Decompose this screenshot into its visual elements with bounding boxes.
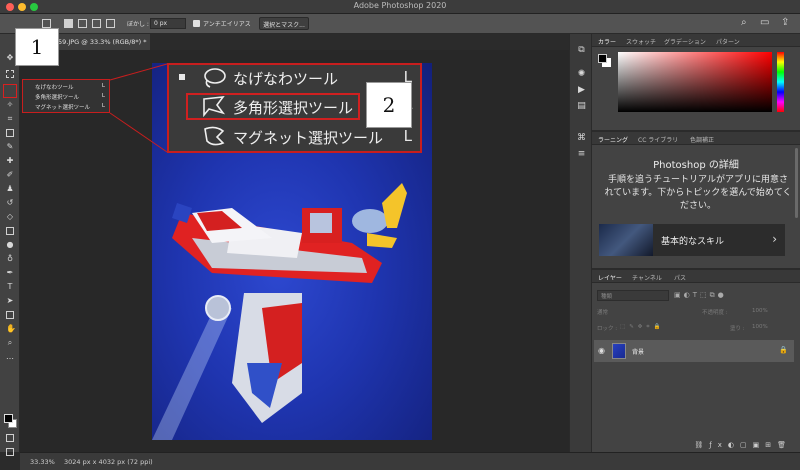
color-panel-tabs: カラー スウォッチ グラデーション パターン — [592, 34, 800, 47]
layers-panel-tabs: レイヤー チャンネル パス — [592, 270, 800, 283]
collapsed-panels-strip: ⧉ ✺ ▶ ▤ ⌘ ≡ — [569, 34, 592, 452]
callout-number-1: 1 — [15, 28, 59, 66]
color-panel: カラー スウォッチ グラデーション パターン — [592, 34, 800, 130]
active-tool-bullet — [179, 74, 185, 80]
lock-label: ロック : — [597, 326, 618, 332]
layer-actions-bar[interactable]: ⛓ƒx◐▢▣⊞🗑 — [592, 438, 800, 452]
lasso-large-icon — [204, 68, 226, 88]
zoomed-lasso-label: なげなわツール — [233, 70, 339, 88]
zoomed-magnetic-lasso-label: マグネット選択ツール — [233, 129, 384, 147]
tab-cc-libraries[interactable]: CC ライブラリ — [638, 135, 678, 144]
document-info[interactable]: 3024 px x 4032 px (72 ppi) — [64, 458, 153, 466]
panel-foreground-swatch[interactable] — [598, 54, 607, 63]
learn-panel: ラーニング CC ライブラリ 色調補正 Photoshop の詳細 手順を追うチ… — [592, 132, 800, 268]
foreground-color-swatch[interactable] — [4, 414, 13, 423]
hue-slider[interactable] — [777, 52, 784, 112]
polygonal-lasso-highlight — [186, 93, 360, 120]
layer-name[interactable]: 背景 — [632, 347, 644, 356]
status-bar: 33.33% 3024 px x 4032 px (72 ppi) — [20, 452, 800, 470]
layer-thumbnail — [612, 343, 626, 359]
basic-skills-label: 基本的なスキル — [661, 237, 725, 247]
learn-description: 手順を追うチュートリアルがアプリに用意されています。下からトピックを選んで始めて… — [604, 175, 792, 211]
fill-value[interactable]: 100% — [752, 324, 768, 330]
properties-panel-icon[interactable]: ≡ — [577, 150, 586, 159]
layer-row-background[interactable]: ◉ 背景 🔒 — [594, 340, 794, 362]
lock-icons[interactable]: ⬚✎✥⌗🔒 — [620, 324, 664, 331]
layer-filter-icons[interactable]: ▣◐T⬚⧉● — [674, 291, 727, 300]
tab-patterns[interactable]: パターン — [716, 37, 740, 46]
eye-icon[interactable]: ◉ — [598, 346, 605, 355]
tab-color[interactable]: カラー — [598, 37, 616, 46]
learn-title: Photoshop の詳細 — [653, 160, 739, 171]
opacity-value[interactable]: 100% — [752, 308, 768, 314]
tab-channels[interactable]: チャンネル — [632, 273, 662, 282]
paths-panel-icon[interactable]: ⌘ — [577, 134, 586, 143]
magnetic-lasso-large-icon — [204, 126, 225, 146]
chevron-right-icon: › — [772, 232, 777, 246]
brightness-panel-icon[interactable]: ✺ — [577, 70, 586, 79]
lock-icon: 🔒 — [779, 346, 788, 354]
layers-panel: レイヤー チャンネル パス 種類 ▣◐T⬚⧉● 通常 不透明度 : 100% ロ… — [592, 270, 800, 452]
tab-layers[interactable]: レイヤー — [598, 273, 622, 282]
zoom-level[interactable]: 33.33% — [30, 458, 55, 466]
callout-number-2: 2 — [366, 82, 412, 128]
tab-paths[interactable]: パス — [674, 273, 686, 282]
blend-mode-select[interactable]: 通常 — [597, 308, 608, 316]
basic-skills-card[interactable]: 基本的なスキル › — [599, 224, 785, 256]
histogram-panel-icon[interactable]: ▤ — [577, 102, 586, 111]
color-field[interactable] — [618, 52, 772, 112]
zoomed-magnetic-lasso-shortcut: L — [403, 127, 412, 145]
layer-filter-input[interactable]: 種類 — [597, 290, 669, 301]
fill-label: 塗り : — [730, 326, 745, 332]
tab-adjustments[interactable]: 色調補正 — [690, 135, 714, 144]
history-panel-icon[interactable]: ⧉ — [577, 46, 586, 55]
actions-panel-icon[interactable]: ▶ — [577, 86, 586, 95]
learn-scrollbar[interactable] — [795, 148, 798, 218]
opacity-label: 不透明度 : — [702, 310, 728, 316]
learn-panel-tabs: ラーニング CC ライブラリ 色調補正 — [592, 132, 800, 145]
tab-swatches[interactable]: スウォッチ — [626, 37, 656, 46]
tab-learn[interactable]: ラーニング — [598, 135, 628, 144]
tab-gradients[interactable]: グラデーション — [664, 37, 706, 46]
basic-skills-thumbnail — [599, 224, 653, 256]
